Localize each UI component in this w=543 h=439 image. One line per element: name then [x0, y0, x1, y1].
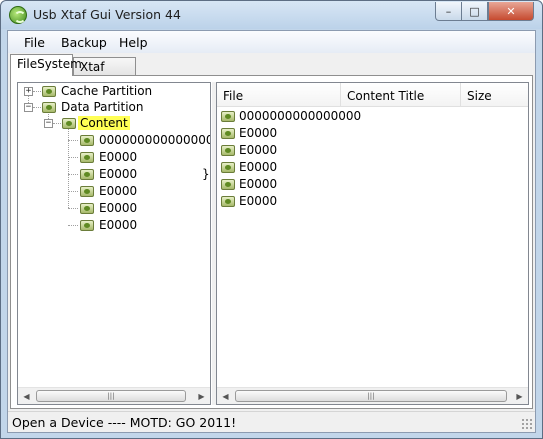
filesystem-tab-page: + Cache Partition − Data Partition − Con… — [10, 75, 533, 409]
content-folder-icon — [221, 145, 235, 156]
drive-folder-icon — [42, 102, 56, 113]
scroll-right-arrow-icon[interactable]: ▶ — [511, 388, 528, 404]
menu-file[interactable]: File — [24, 35, 45, 50]
tree-node-label-selected: Content — [78, 116, 130, 130]
maximize-button[interactable]: □ — [462, 2, 488, 21]
tree-node-content-item[interactable]: E0000 — [18, 217, 208, 233]
content-folder-icon — [80, 169, 94, 180]
expand-plus-icon[interactable]: + — [24, 87, 33, 96]
title-bar[interactable]: Usb Xtaf Gui Version 44 – □ ✕ — [1, 1, 542, 29]
content-folder-icon — [80, 135, 94, 146]
content-folder-icon — [80, 186, 94, 197]
menu-backup[interactable]: Backup — [61, 35, 107, 50]
tree-node-content-item[interactable]: E0000 — [18, 149, 208, 165]
tree-node-content[interactable]: − Content — [18, 115, 208, 131]
scroll-left-arrow-icon[interactable]: ◀ — [217, 388, 234, 404]
column-header-size[interactable]: Size — [461, 83, 528, 107]
window-title: Usb Xtaf Gui Version 44 — [33, 7, 181, 22]
content-folder-icon — [62, 118, 76, 129]
scroll-thumb[interactable]: ||| — [235, 390, 507, 402]
tree-node-label: Cache Partition — [61, 84, 153, 98]
content-folder-icon — [221, 196, 235, 207]
file-list-view[interactable]: File Content Title Size 0000000000000000… — [216, 82, 529, 405]
tab-filesystem[interactable]: FileSystem — [10, 54, 82, 76]
tree-horizontal-scrollbar[interactable]: ◀ ||| ▶ — [18, 387, 210, 404]
tree-node-label: E0000 — [99, 167, 138, 181]
content-folder-icon — [80, 152, 94, 163]
list-item-file: E0000 — [239, 194, 278, 208]
list-item-file: 0000000000000000 — [239, 109, 362, 123]
list-horizontal-scrollbar[interactable]: ◀ ||| ▶ — [217, 387, 528, 404]
content-folder-icon — [221, 128, 235, 139]
scroll-thumb[interactable]: ||| — [36, 390, 186, 402]
list-item-file: E0000 — [239, 143, 278, 157]
client-area: File Backup Help FileSystem Xtaf Today — [7, 30, 536, 433]
tree-node-label: Data Partition — [61, 100, 144, 114]
tree-node-content-item[interactable]: E0000 } — [18, 166, 210, 182]
status-bar: Open a Device ---- MOTD: GO 2011! — [8, 411, 535, 432]
column-header-content-title[interactable]: Content Title — [341, 83, 461, 107]
app-disc-icon — [9, 6, 27, 24]
close-button[interactable]: ✕ — [488, 2, 534, 21]
resize-grip-icon[interactable] — [521, 418, 533, 430]
status-text: Open a Device ---- MOTD: GO 2011! — [12, 415, 237, 430]
menu-help[interactable]: Help — [119, 35, 148, 50]
content-folder-icon — [80, 203, 94, 214]
stray-brace-text: } — [202, 167, 210, 181]
tree-node-content-item[interactable]: 0000000000000000 — [18, 132, 211, 148]
tree-node-label: E0000 — [99, 150, 138, 164]
tree-node-data-partition[interactable]: − Data Partition — [18, 99, 208, 115]
tree-node-content-item[interactable]: E0000 — [18, 183, 208, 199]
minimize-button[interactable]: – — [435, 2, 462, 21]
tab-strip: FileSystem Xtaf Today — [8, 54, 535, 88]
tree-node-label: E0000 — [99, 201, 138, 215]
column-header-file[interactable]: File — [217, 83, 341, 107]
collapse-minus-icon[interactable]: − — [44, 119, 53, 128]
collapse-minus-icon[interactable]: − — [24, 103, 33, 112]
content-folder-icon — [80, 220, 94, 231]
app-window: Usb Xtaf Gui Version 44 – □ ✕ File Backu… — [0, 0, 543, 439]
content-folder-icon — [221, 179, 235, 190]
partition-tree[interactable]: + Cache Partition − Data Partition − Con… — [17, 82, 211, 405]
scroll-left-arrow-icon[interactable]: ◀ — [18, 388, 35, 404]
content-folder-icon — [221, 162, 235, 173]
tree-node-content-item[interactable]: E0000 — [18, 200, 208, 216]
list-item-file: E0000 — [239, 160, 278, 174]
tree-node-label: 0000000000000000 — [99, 133, 211, 147]
content-folder-icon — [221, 111, 235, 122]
drive-folder-icon — [42, 86, 56, 97]
list-item-file: E0000 — [239, 177, 278, 191]
scroll-right-arrow-icon[interactable]: ▶ — [193, 388, 210, 404]
tree-node-cache-partition[interactable]: + Cache Partition — [18, 83, 208, 99]
tree-node-label: E0000 — [99, 184, 138, 198]
menu-bar: File Backup Help — [8, 31, 535, 53]
list-item-file: E0000 — [239, 126, 278, 140]
tree-node-label: E0000 — [99, 218, 138, 232]
tab-xtaf-today[interactable]: Xtaf Today — [73, 57, 136, 88]
